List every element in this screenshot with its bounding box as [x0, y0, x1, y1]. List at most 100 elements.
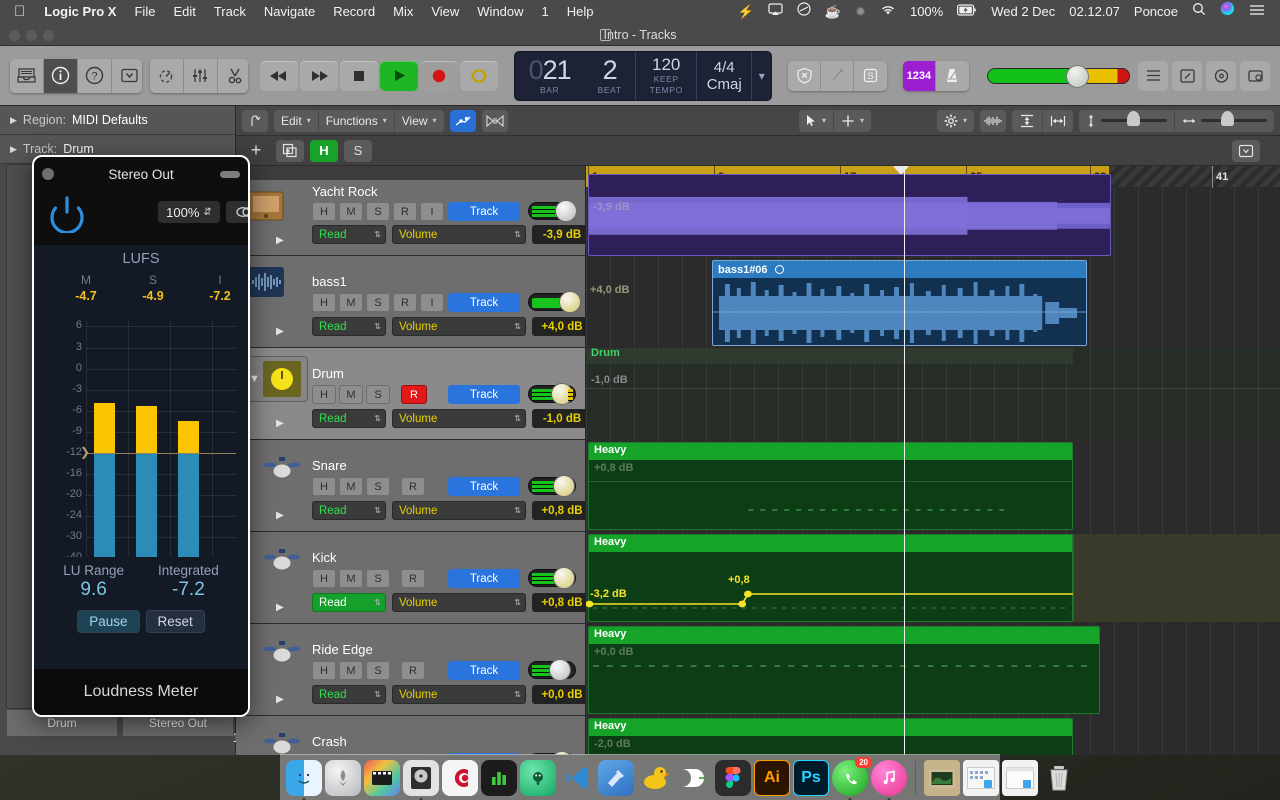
- button-input[interactable]: I: [420, 202, 444, 221]
- lane-kick[interactable]: Heavy -3,2 dB +0,8: [586, 532, 1280, 624]
- automation-value-ride-edge[interactable]: +0,0 dB: [532, 685, 592, 704]
- track-mode-button-bass1[interactable]: Track: [448, 293, 520, 312]
- region-snare[interactable]: Heavy +0,8 dB: [588, 442, 1073, 530]
- library-icon[interactable]: [10, 58, 44, 93]
- numbers-icon[interactable]: [481, 759, 517, 796]
- menu-item-mix[interactable]: Mix: [384, 0, 422, 24]
- track-header-ride-edge[interactable]: ▶ Ride Edge H M S R Track Read ⇅ Volume …: [236, 624, 592, 716]
- bluetooth-icon[interactable]: ✹: [848, 0, 873, 24]
- vertical-zoom-handle[interactable]: [1127, 111, 1140, 126]
- power-icon[interactable]: [48, 195, 86, 235]
- lcd-beat[interactable]: 2 BEAT: [584, 52, 635, 100]
- duck-icon[interactable]: [637, 760, 673, 796]
- volume-fader-snare[interactable]: [528, 475, 576, 497]
- track-header-drum[interactable]: ▼ ▶ Drum H M S R Track Read ⇅ Volume ⇅ -…: [236, 348, 592, 440]
- button-solo[interactable]: S: [366, 202, 390, 221]
- automation-parameter-snare[interactable]: Volume ⇅: [392, 501, 526, 520]
- list-editors-icon[interactable]: [1138, 60, 1168, 91]
- horizontal-zoom-slider[interactable]: [1175, 110, 1274, 132]
- menu-item-record[interactable]: Record: [324, 0, 384, 24]
- notes-icon[interactable]: [1172, 60, 1202, 91]
- automation-disclosure-icon[interactable]: ▶: [276, 694, 284, 705]
- itunes-icon[interactable]: [871, 759, 907, 800]
- loops-icon[interactable]: [1206, 60, 1236, 91]
- apple-menu-icon[interactable]: : [8, 1, 35, 23]
- region-yacht-rock[interactable]: -3,9 dB: [588, 174, 1111, 256]
- lane-bass1[interactable]: +4,0 dB bass1#06: [586, 256, 1280, 348]
- automation-mode-snare[interactable]: Read ⇅: [312, 501, 386, 520]
- toolbar-icon[interactable]: [112, 58, 142, 93]
- stop-button[interactable]: [340, 60, 379, 91]
- volume-fader-ride-edge[interactable]: [528, 659, 576, 681]
- region-crash[interactable]: Heavy -2,0 dB: [588, 718, 1073, 755]
- link-icon[interactable]: [226, 201, 248, 223]
- horizontal-zoom-handle[interactable]: [1221, 111, 1234, 126]
- do-not-disturb-icon[interactable]: [790, 0, 818, 24]
- volume-fader-kick[interactable]: [528, 567, 576, 589]
- vscode-icon[interactable]: [559, 760, 595, 796]
- lcd-bar[interactable]: 021 BAR: [515, 52, 584, 100]
- window2-icon[interactable]: [1002, 759, 1038, 796]
- automation-mode-drum[interactable]: Read ⇅: [312, 409, 386, 428]
- disclosure-triangle-icon[interactable]: ▶: [10, 144, 17, 155]
- automation-mode-yacht-rock[interactable]: Read ⇅: [312, 225, 386, 244]
- volume-fader-bass1[interactable]: [528, 291, 581, 313]
- track-mode-button-kick[interactable]: Track: [448, 569, 520, 588]
- inspector-icon[interactable]: [44, 58, 78, 93]
- record-button[interactable]: [420, 60, 459, 91]
- forward-button[interactable]: [300, 60, 339, 91]
- search-icon[interactable]: [1185, 0, 1213, 24]
- waveform-zoom-icon[interactable]: [980, 109, 1006, 132]
- track-header-bass1[interactable]: ▶ bass1 H M S R I Track Read ⇅ Volume ⇅ …: [236, 256, 592, 348]
- lcd-display[interactable]: 021 BAR 2 BEAT 120 KEEP TEMPO 4/4 Cmaj ▾: [514, 50, 773, 101]
- region-ride-edge[interactable]: Heavy +0,0 dB: [588, 626, 1100, 714]
- menu-item-view[interactable]: View: [422, 0, 468, 24]
- menubar-user[interactable]: Poncoe: [1127, 0, 1185, 24]
- photoshop-icon[interactable]: Ps: [793, 759, 829, 796]
- smart-controls-icon[interactable]: [149, 58, 184, 93]
- master-volume-knob[interactable]: [1065, 64, 1089, 88]
- automation-mode-ride-edge[interactable]: Read ⇅: [312, 685, 386, 704]
- track-header-kick[interactable]: ▶ Kick H M S R Track Read ⇅ Volume ⇅ +0,…: [236, 532, 592, 624]
- button-solo[interactable]: S: [366, 661, 390, 680]
- region-bass1[interactable]: bass1#06: [712, 260, 1087, 346]
- lane-ride-edge[interactable]: Heavy +0,0 dB: [586, 624, 1280, 716]
- trash-icon[interactable]: [1041, 760, 1077, 796]
- lane-drum-stack[interactable]: Drum -1,0 dB: [586, 347, 1280, 440]
- menu-item-edit[interactable]: Edit: [164, 0, 204, 24]
- menu-item-navigate[interactable]: Navigate: [255, 0, 324, 24]
- button-mute[interactable]: M: [339, 477, 363, 496]
- menu-item-logic-pro-x[interactable]: Logic Pro X: [35, 0, 125, 24]
- automation-mode-bass1[interactable]: Read ⇅: [312, 317, 386, 336]
- disk-utility-icon[interactable]: [403, 759, 439, 800]
- automation-disclosure-icon[interactable]: ▶: [276, 326, 284, 337]
- disclosure-triangle-icon[interactable]: ▶: [10, 115, 17, 126]
- loop-circle-icon[interactable]: [774, 265, 784, 274]
- automation-value-bass1[interactable]: +4,0 dB: [532, 317, 592, 336]
- track-mode-button-drum[interactable]: Track: [448, 385, 520, 404]
- arrange-canvas[interactable]: 1 9 17 25 33 41: [586, 166, 1280, 755]
- menu-functions[interactable]: Functions ▾: [319, 109, 395, 132]
- final-cut-pro-icon[interactable]: [364, 759, 400, 796]
- zoom-stepper[interactable]: 100% ⇵: [158, 201, 220, 223]
- automation-value-yacht-rock[interactable]: -3,9 dB: [532, 225, 592, 244]
- siri-icon[interactable]: [1213, 0, 1242, 24]
- button-solo[interactable]: S: [366, 569, 390, 588]
- button-hide[interactable]: H: [312, 477, 336, 496]
- wifi-icon[interactable]: [873, 0, 903, 24]
- automation-disclosure-icon[interactable]: ▶: [276, 510, 284, 521]
- button-mute[interactable]: M: [339, 569, 363, 588]
- quick-help-icon[interactable]: ?: [78, 58, 112, 93]
- lane-crash[interactable]: Heavy -2,0 dB: [586, 716, 1280, 755]
- lane-yacht-rock[interactable]: -3,9 dB: [586, 174, 1280, 256]
- menu-item-1[interactable]: 1: [533, 0, 558, 24]
- button-solo[interactable]: S: [366, 293, 390, 312]
- solo-button[interactable]: S: [344, 139, 372, 162]
- menu-item-help[interactable]: Help: [558, 0, 603, 24]
- loudness-meter-window[interactable]: Stereo Out 100% ⇵ LUFS M -4.7 S -4.9 I -…: [32, 155, 250, 717]
- stepper-chevron-icon[interactable]: ⇵: [203, 207, 211, 218]
- rewind-button[interactable]: [260, 60, 299, 91]
- bolt-icon[interactable]: ⚡: [731, 0, 761, 24]
- stack-disclosure-icon[interactable]: ▼: [249, 373, 260, 385]
- zoom-button[interactable]: [43, 30, 54, 41]
